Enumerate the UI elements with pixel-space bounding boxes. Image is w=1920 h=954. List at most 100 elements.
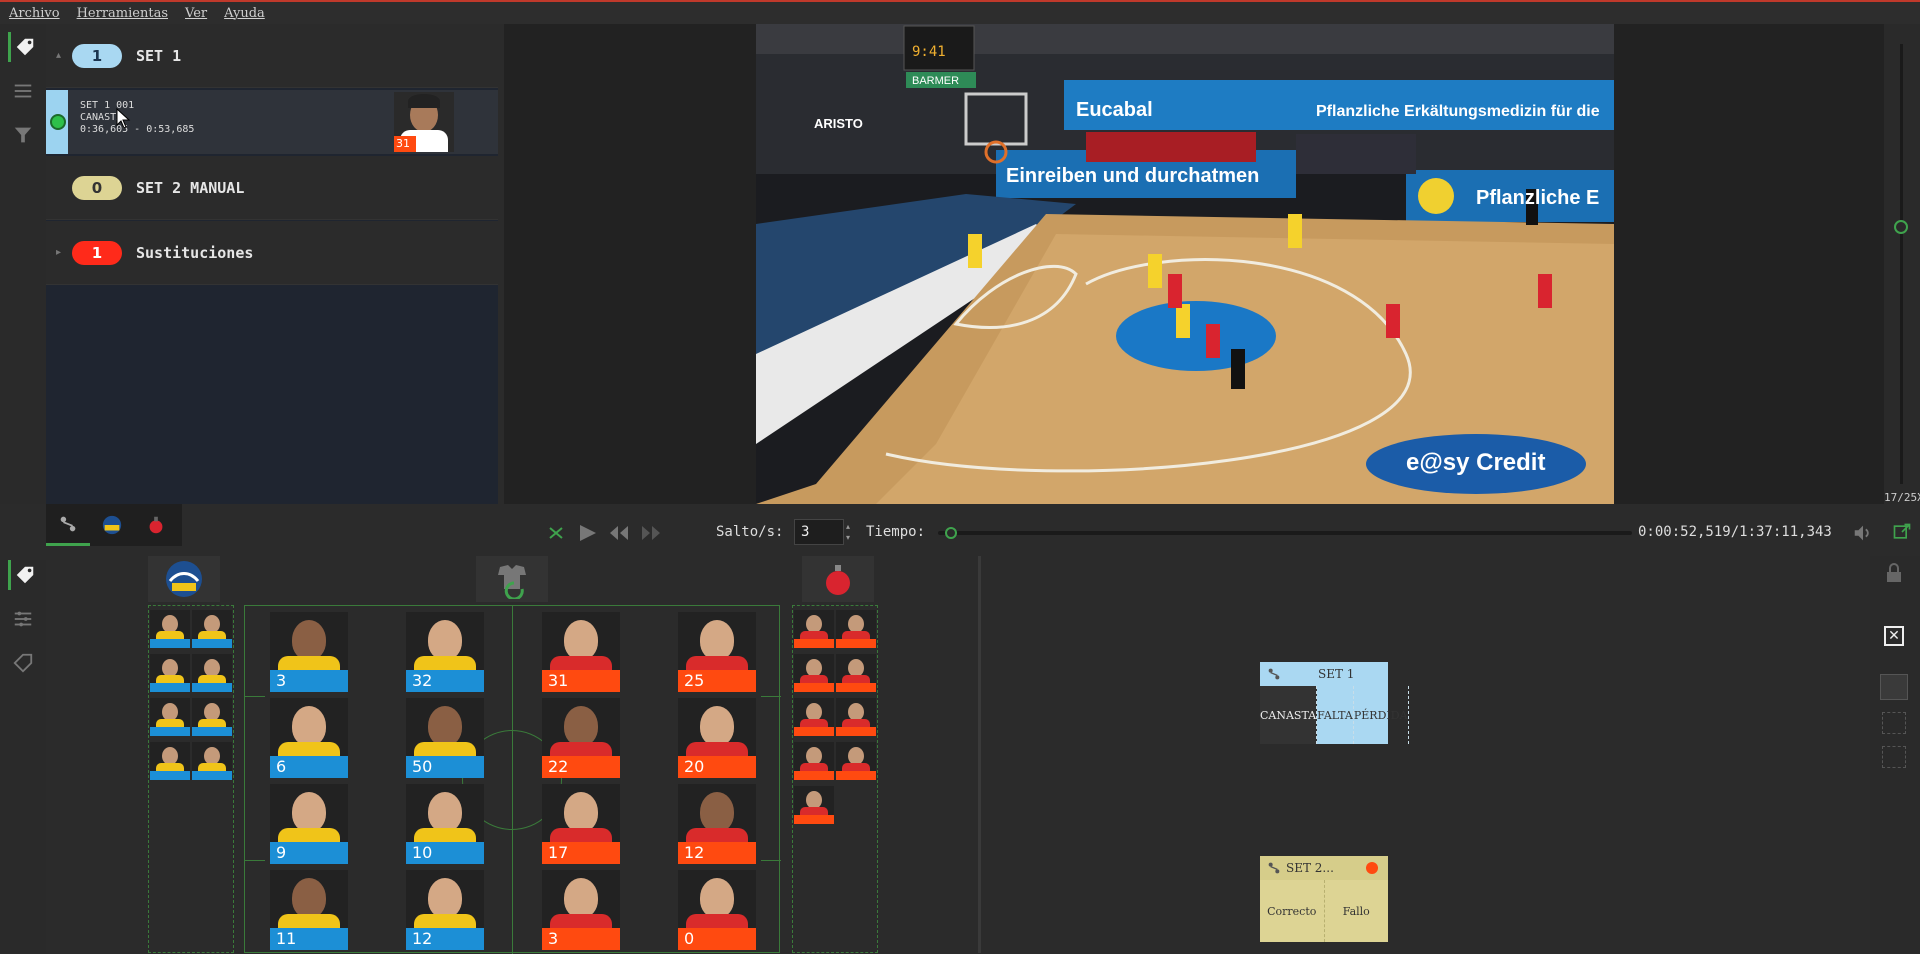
player-card[interactable]: 20 (678, 698, 756, 778)
player-number: 25 (678, 670, 756, 692)
clip-info: SET 1 001 CANASTA 0:36,605 - 0:53,685 (80, 100, 194, 136)
fallo-button[interactable]: Fallo (1325, 880, 1389, 942)
bench-player[interactable] (794, 698, 834, 736)
menu-ver[interactable]: Ver (185, 6, 207, 21)
clip-item[interactable]: SET 1 001 CANASTA 0:36,605 - 0:53,685 31 (46, 90, 498, 154)
bench-player[interactable] (794, 786, 834, 824)
zoom-slider-track[interactable] (1900, 44, 1903, 484)
banner-aristo: ARISTO (814, 116, 863, 131)
salto-input[interactable]: 3 (794, 519, 844, 545)
right-toolbar: ✕ (1870, 556, 1920, 953)
set-list-panel: ▴ 1 SET 1 SET 1 001 CANASTA 0:36,605 - 0… (46, 24, 498, 504)
clip-id: SET 1 001 (80, 100, 135, 111)
tag-tool-button[interactable] (8, 560, 38, 590)
player-card[interactable]: 11 (270, 870, 348, 950)
bench-player[interactable] (836, 698, 876, 736)
bench-player[interactable] (150, 610, 190, 648)
layout-option-2[interactable] (1882, 712, 1906, 734)
bench-player[interactable] (794, 654, 834, 692)
clip-player-number: 31 (394, 136, 416, 152)
alba-logo-icon (102, 515, 122, 535)
player-number: 12 (406, 928, 484, 950)
team-header-alba[interactable] (148, 556, 220, 602)
player-card[interactable]: 3 (270, 612, 348, 692)
play-icon (580, 525, 596, 541)
player-card[interactable]: 9 (270, 784, 348, 864)
bench-player[interactable] (150, 698, 190, 736)
tagging-canvas (982, 556, 1870, 953)
set-badge: 1 (72, 240, 122, 265)
bench-player[interactable] (794, 742, 834, 780)
collapse-arrow-icon[interactable]: ▴ (56, 50, 61, 61)
video-player[interactable]: Eucabal Pflanzliche Erkältungsmedizin fü… (756, 24, 1614, 504)
set-row-set1[interactable]: ▴ 1 SET 1 (46, 24, 498, 88)
player-number: 10 (406, 842, 484, 864)
alba-logo-icon (166, 561, 202, 597)
card-header[interactable]: SET 2... (1260, 856, 1388, 880)
bench-player[interactable] (192, 610, 232, 648)
menu-archivo[interactable]: Archivo (9, 6, 60, 21)
perdida-button[interactable]: PÉRDIDA (1354, 686, 1409, 744)
popout-icon[interactable] (1892, 522, 1912, 542)
zoom-slider-knob[interactable] (1894, 220, 1908, 234)
bench-player[interactable] (192, 742, 232, 780)
bench-player[interactable] (836, 654, 876, 692)
canasta-button[interactable]: CANASTA (1260, 686, 1318, 744)
bench-player[interactable] (836, 610, 876, 648)
clip-player-thumbnail: 31 (394, 92, 454, 152)
expand-arrow-icon[interactable]: ▸ (56, 247, 61, 258)
menu-ayuda[interactable]: Ayuda (224, 6, 265, 21)
tab-team-alba[interactable] (90, 504, 134, 546)
player-number: 22 (542, 756, 620, 778)
filter-tool-button[interactable] (8, 120, 38, 150)
list-tool-button[interactable] (8, 76, 38, 106)
lock-shirt-icon[interactable] (1882, 562, 1906, 586)
scoreboard-sponsor: BARMER (912, 75, 959, 87)
substitution-toggle[interactable] (476, 556, 548, 602)
player-card[interactable]: 0 (678, 870, 756, 950)
bench-player[interactable] (150, 654, 190, 692)
player-card[interactable]: 50 (406, 698, 484, 778)
tiempo-label: Tiempo: (866, 524, 926, 540)
team-header-bayern[interactable] (802, 556, 874, 602)
timeline-knob[interactable] (945, 527, 957, 539)
bench-player[interactable] (192, 654, 232, 692)
timeline-track[interactable] (938, 531, 1632, 535)
player-card[interactable]: 12 (406, 870, 484, 950)
volume-icon[interactable] (1852, 522, 1874, 544)
bench-player[interactable] (836, 742, 876, 780)
clip-status-dot[interactable] (50, 114, 66, 130)
player-card[interactable]: 31 (542, 612, 620, 692)
layout-option-1[interactable] (1880, 674, 1908, 700)
zoom-label: 17/25X (1884, 491, 1920, 504)
player-card[interactable]: 32 (406, 612, 484, 692)
tab-team-bayern[interactable] (134, 504, 178, 546)
falta-button[interactable]: FALTA (1317, 686, 1354, 744)
player-card[interactable]: 12 (678, 784, 756, 864)
menu-herramientas[interactable]: Herramientas (77, 6, 168, 21)
set-row-set2[interactable]: 0 SET 2 MANUAL (46, 156, 498, 220)
player-card[interactable]: 25 (678, 612, 756, 692)
layout-option-3[interactable] (1882, 746, 1906, 768)
correcto-button[interactable]: Correcto (1260, 880, 1325, 942)
tab-formation[interactable] (46, 504, 90, 546)
panel-divider[interactable] (978, 556, 981, 953)
tag-remove-tool-button[interactable] (8, 648, 38, 678)
close-icon[interactable]: ✕ (1884, 626, 1904, 646)
settings-tool-button[interactable] (8, 604, 38, 634)
player-number: 31 (542, 670, 620, 692)
bench-player[interactable] (794, 610, 834, 648)
set-row-sustituciones[interactable]: ▸ 1 Sustituciones (46, 221, 498, 285)
tag-tool-button[interactable] (8, 32, 38, 62)
player-card[interactable]: 3 (542, 870, 620, 950)
formation-icon (1268, 862, 1280, 874)
player-card[interactable]: 17 (542, 784, 620, 864)
player-card[interactable]: 22 (542, 698, 620, 778)
player-number: 32 (406, 670, 484, 692)
card-header[interactable]: SET 1 (1260, 662, 1388, 686)
player-card[interactable]: 10 (406, 784, 484, 864)
player-card[interactable]: 6 (270, 698, 348, 778)
salto-stepper[interactable]: ▴ ▾ (846, 521, 856, 543)
bench-player[interactable] (150, 742, 190, 780)
bench-player[interactable] (192, 698, 232, 736)
